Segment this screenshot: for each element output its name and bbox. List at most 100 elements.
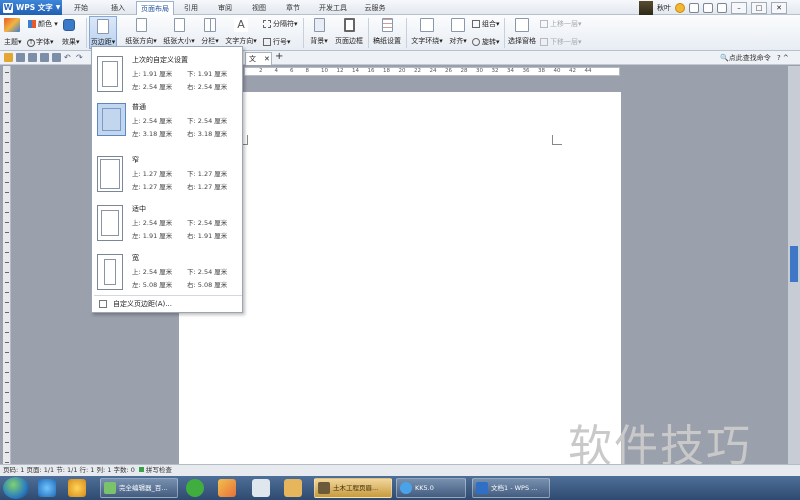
rotate-button[interactable]: 旋转▾ [472, 37, 500, 47]
minimize-button[interactable]: – [731, 1, 747, 14]
print-preview-icon[interactable] [28, 53, 37, 62]
tab-developer[interactable]: 开发工具 [313, 1, 353, 15]
document-page[interactable] [179, 92, 621, 464]
margin-preset-wide[interactable]: 宽 上: 2.54 厘米 下: 2.54 厘米 左: 5.08 厘米 右: 5.… [94, 249, 242, 301]
vertical-scrollbar[interactable] [788, 66, 800, 464]
wps-window: W WPS 文字 ▼ 开始 插入 页面布局 引用 审阅 视图 章节 开发工具 云… [0, 0, 800, 500]
send-backward-button[interactable]: 下移一层▾ [540, 37, 582, 47]
avatar[interactable] [639, 0, 653, 15]
fonts-button[interactable]: T 字体▾ [27, 37, 54, 47]
selection-pane-button[interactable]: 选择窗格 [507, 18, 537, 46]
colors-button[interactable]: 颜色 ▾ [28, 19, 58, 29]
user-name[interactable]: 秋叶 [657, 3, 671, 13]
paper-setup-button[interactable]: 稿纸设置 [372, 18, 402, 46]
columns-button[interactable]: 分栏▾ [200, 18, 220, 46]
ruler-tick [5, 302, 9, 303]
margin-preset-last-custom[interactable]: 上次的自定义设置 上: 1.91 厘米 下: 1.91 厘米 左: 2.54 厘… [94, 51, 242, 103]
ruler-tick [5, 392, 9, 393]
separator [368, 18, 369, 48]
scrollbar-thumb[interactable] [790, 246, 798, 282]
status-icon[interactable] [675, 2, 685, 13]
tab-insert[interactable]: 插入 [103, 1, 133, 15]
taskbar-item-wps[interactable]: 文档1 - WPS ... [472, 478, 550, 498]
ruler-tick [5, 242, 9, 243]
tab-references[interactable]: 引用 [177, 1, 205, 15]
new-tab-button[interactable]: + [275, 51, 283, 62]
line-numbers-button[interactable]: 行号▾ [263, 37, 291, 47]
effects-button[interactable] [63, 19, 75, 32]
app-name: WPS 文字 [16, 3, 53, 12]
theme-label[interactable]: 主题▾ [4, 37, 22, 47]
settings-icon[interactable] [717, 2, 727, 13]
start-button[interactable] [3, 477, 29, 499]
folder-icon[interactable] [284, 479, 302, 497]
margin-preview-icon [97, 56, 123, 92]
tab-view[interactable]: 视图 [245, 1, 273, 15]
bring-forward-button[interactable]: 上移一层▾ [540, 19, 582, 29]
tab-cloud[interactable]: 云服务 [358, 1, 392, 15]
print-icon[interactable] [40, 53, 49, 62]
wrap-text-button[interactable]: 文字环绕▾ [410, 18, 444, 46]
theme-button[interactable] [4, 18, 20, 33]
horizontal-ruler[interactable]: 2 4 6 8 10 12 14 16 18 20 22 24 26 28 30 32 34 36 38 40 42 44 [244, 67, 620, 76]
help-icon[interactable]: ? [777, 54, 781, 62]
taskbar-item-kk[interactable]: KK5.0 [396, 478, 466, 498]
undo-icon[interactable]: ↶ [64, 53, 73, 62]
pen-icon[interactable] [218, 479, 236, 497]
text-editor-icon[interactable] [252, 479, 270, 497]
app-menu-button[interactable]: W WPS 文字 ▼ [0, 0, 62, 15]
background-button[interactable]: 背景▾ [307, 18, 331, 46]
close-button[interactable]: ✕ [771, 1, 787, 14]
ruler-number: 44 [584, 68, 592, 74]
paper-size-button[interactable]: 纸张大小▾ [162, 18, 196, 46]
ruler-tick [5, 112, 9, 113]
group-button[interactable]: 组合▾ [472, 19, 500, 29]
taskbar-item-editor[interactable]: 完全编辑器_百... [100, 478, 178, 498]
taskbar-item-document[interactable]: 土木工程页眉... [314, 478, 392, 498]
wechat-icon[interactable] [186, 479, 204, 497]
open-icon[interactable] [4, 53, 13, 62]
command-search[interactable]: 🔍点此查找命令 ? ^ [720, 53, 789, 63]
redo-icon[interactable]: ↷ [76, 53, 85, 62]
margin-preset-normal[interactable]: 普通 上: 2.54 厘米 下: 2.54 厘米 左: 3.18 厘米 右: 3… [94, 98, 242, 150]
tab-home[interactable]: 开始 [66, 1, 96, 15]
margins-button[interactable]: 页边距▾ [89, 16, 117, 49]
ruler-tick [5, 222, 9, 223]
ruler-number: 28 [460, 68, 468, 74]
app-icon [104, 482, 116, 494]
rotate-icon [472, 38, 480, 46]
paper-size-icon [173, 18, 185, 32]
margin-preset-narrow[interactable]: 窄 上: 1.27 厘米 下: 1.27 厘米 左: 1.27 厘米 右: 1.… [94, 151, 242, 203]
ruler-tick [5, 382, 9, 383]
skin-icon[interactable] [703, 2, 713, 13]
align-button[interactable]: 对齐▾ [447, 18, 469, 46]
maximize-button[interactable]: □ [751, 1, 767, 14]
close-tab-icon[interactable]: ✕ [264, 55, 270, 63]
orientation-button[interactable]: 纸张方向▾ [124, 18, 158, 46]
page-border-button[interactable]: 页面边框 [334, 18, 364, 46]
vertical-ruler[interactable] [3, 66, 11, 464]
explorer-icon[interactable] [68, 479, 86, 497]
margin-preset-moderate[interactable]: 适中 上: 2.54 厘米 下: 2.54 厘米 左: 1.91 厘米 右: 1… [94, 200, 242, 252]
effects-label[interactable]: 效果▾ [62, 37, 80, 47]
separator [406, 18, 407, 48]
custom-margins-item[interactable]: 自定义页边距(A)... [94, 295, 242, 311]
export-icon[interactable] [52, 53, 61, 62]
browser-icon[interactable] [38, 479, 56, 497]
save-icon[interactable] [16, 53, 25, 62]
text-direction-button[interactable]: A 文字方向▾ [224, 18, 258, 46]
ruler-number: 22 [414, 68, 421, 74]
spell-check-icon [138, 467, 144, 472]
tab-review[interactable]: 审阅 [211, 1, 239, 15]
tab-chapter[interactable]: 章节 [279, 1, 307, 15]
spell-check-toggle[interactable]: 拼写检查 [146, 466, 172, 474]
ruler-number: 12 [336, 68, 344, 74]
help-icon[interactable] [689, 2, 699, 13]
chevron-up-icon[interactable]: ^ [783, 54, 789, 62]
ruler-number: 18 [383, 68, 390, 74]
ruler-tick [5, 312, 9, 313]
tab-page-layout[interactable]: 页面布局 [136, 1, 174, 15]
palette-icon [28, 20, 36, 28]
breaks-button[interactable]: 分隔符▾ [263, 19, 298, 29]
document-tab[interactable]: 文 ✕ [245, 52, 272, 65]
